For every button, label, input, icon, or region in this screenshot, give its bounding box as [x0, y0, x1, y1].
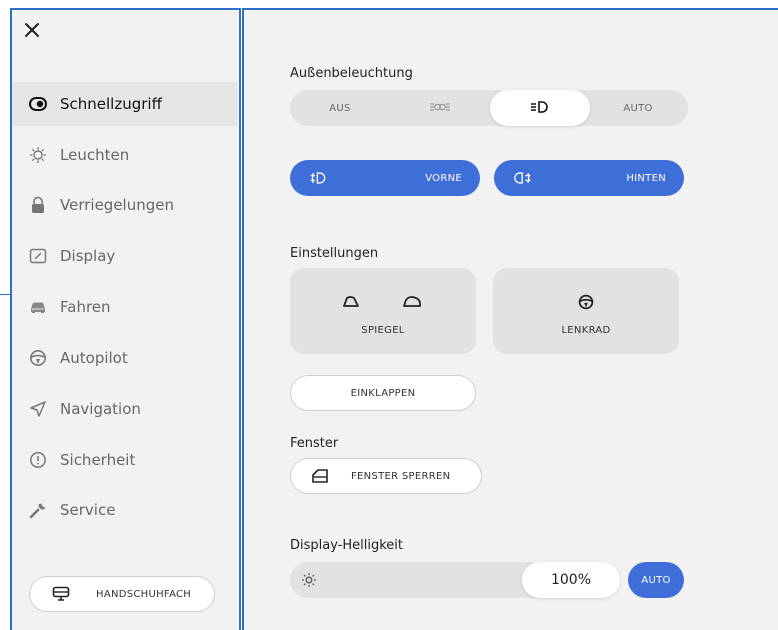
brightness-title: Display-Helligkeit [290, 538, 404, 553]
mirror-icon [342, 294, 424, 314]
parking-lights-icon [429, 101, 451, 116]
steering-wheel-icon [578, 294, 594, 314]
brightness-value: 100% [550, 572, 592, 588]
sidebar-item-label: Verriegelungen [60, 196, 174, 214]
rear-fog-light-icon [514, 169, 532, 187]
sidebar-item-service[interactable]: Service [12, 488, 238, 532]
lighting-option-auto[interactable]: AUTO [588, 90, 688, 126]
app-window: Schnellzugriff Leuchten Verriegelungen D… [0, 0, 778, 630]
sidebar-item-navigation[interactable]: Navigation [12, 387, 238, 431]
mirror-card[interactable]: SPIEGEL [290, 268, 476, 354]
sidebar-item-label: Autopilot [60, 349, 128, 367]
lighting-option-off[interactable]: AUS [290, 90, 390, 126]
fog-light-rear-label: HINTEN [626, 172, 666, 184]
wrench-icon [29, 501, 47, 519]
window-lock-label: FENSTER SPERREN [351, 470, 451, 482]
lock-icon [29, 196, 47, 214]
lighting-option-low-beam[interactable] [490, 90, 590, 126]
brightness-slider[interactable]: 100% [290, 562, 620, 598]
mirror-label: SPIEGEL [361, 325, 405, 336]
sidebar-item-schnellzugriff[interactable]: Schnellzugriff [12, 82, 238, 126]
steering-label: LENKRAD [561, 325, 611, 336]
sidebar-item-label: Navigation [60, 400, 141, 418]
sidebar-item-fahren[interactable]: Fahren [12, 285, 238, 329]
lighting-option-parking[interactable] [390, 90, 490, 126]
steering-wheel-icon [29, 349, 47, 367]
lighting-option-auto-label: AUTO [623, 102, 653, 114]
main-panel: Außenbeleuchtung AUS AUTO VORNE HINTEN E… [244, 10, 778, 630]
fog-light-front-button[interactable]: VORNE [290, 160, 480, 196]
toggle-icon [29, 95, 47, 113]
lighting-option-off-label: AUS [329, 102, 351, 114]
bulb-icon [29, 146, 47, 164]
sidebar-item-display[interactable]: Display [12, 234, 238, 278]
sidebar-item-label: Schnellzugriff [60, 95, 162, 113]
alert-circle-icon [29, 451, 47, 469]
low-beam-icon [530, 100, 550, 117]
exterior-lighting-title: Außenbeleuchtung [290, 66, 413, 81]
sun-icon [300, 571, 318, 589]
sidebar-item-label: Sicherheit [60, 451, 136, 469]
sidebar-item-label: Fahren [60, 298, 111, 316]
sidebar-item-leuchten[interactable]: Leuchten [12, 133, 238, 177]
glovebox-label: HANDSCHUHFACH [96, 588, 192, 600]
sidebar-item-autopilot[interactable]: Autopilot [12, 336, 238, 380]
brightness-slider-thumb[interactable]: 100% [522, 562, 620, 598]
lighting-mode-selector: AUS AUTO [290, 90, 688, 126]
sidebar-item-sicherheit[interactable]: Sicherheit [12, 438, 238, 482]
fold-mirrors-button[interactable]: EINKLAPPEN [290, 375, 476, 411]
sidebar-item-label: Leuchten [60, 146, 130, 164]
display-icon [29, 247, 47, 265]
sidebar-item-label: Service [60, 501, 116, 519]
panel-divider-left [239, 8, 241, 630]
sidebar-item-label: Display [60, 247, 116, 265]
edge-marker [0, 294, 10, 295]
car-icon [29, 298, 47, 316]
brightness-auto-button[interactable]: AUTO [628, 562, 684, 598]
steering-card[interactable]: LENKRAD [493, 268, 679, 354]
sidebar-item-verriegelungen[interactable]: Verriegelungen [12, 183, 238, 227]
settings-title: Einstellungen [290, 246, 379, 261]
brightness-auto-label: AUTO [641, 574, 671, 586]
fog-light-rear-button[interactable]: HINTEN [494, 160, 684, 196]
windows-title: Fenster [290, 436, 339, 451]
window-lock-button[interactable]: FENSTER SPERREN [290, 458, 482, 494]
sidebar: Schnellzugriff Leuchten Verriegelungen D… [12, 10, 238, 630]
close-icon[interactable] [22, 20, 42, 40]
window-icon [311, 468, 329, 484]
glovebox-icon [52, 585, 70, 603]
navigation-arrow-icon [29, 400, 47, 418]
fold-mirrors-label: EINKLAPPEN [350, 387, 416, 399]
fog-light-front-label: VORNE [425, 172, 462, 184]
front-fog-light-icon [310, 169, 328, 187]
glovebox-button[interactable]: HANDSCHUHFACH [29, 576, 215, 612]
